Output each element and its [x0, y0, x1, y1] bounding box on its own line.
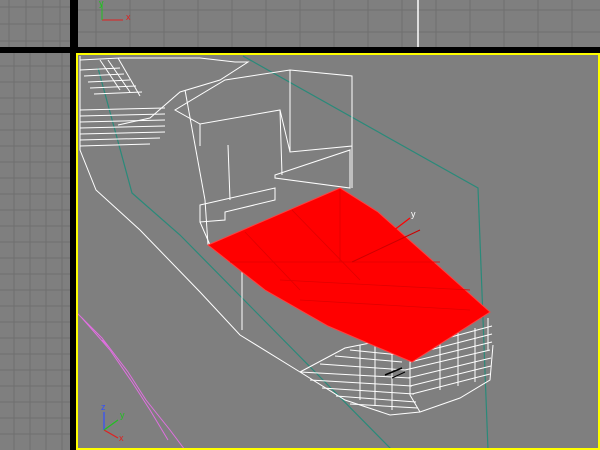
magenta-object — [76, 311, 186, 450]
viewport-layout: x y y x y z — [0, 0, 600, 450]
viewport-bottom-left[interactable] — [0, 53, 70, 450]
corner-axis-x: x — [119, 433, 124, 443]
selected-face[interactable] — [207, 187, 491, 363]
viewport-top-left[interactable] — [0, 0, 70, 47]
corner-axis-y: y — [120, 410, 125, 420]
perspective-scene: y x y z — [76, 53, 600, 450]
viewport-perspective[interactable]: y x y z — [76, 53, 600, 450]
top-right-grid: x y — [78, 0, 600, 47]
corner-axis-tripod: x y z — [101, 402, 125, 443]
top-left-grid — [0, 0, 70, 47]
gizmo-y-label: y — [411, 209, 416, 219]
corner-axis-z: z — [101, 402, 106, 412]
axis-x-label: x — [126, 12, 131, 22]
top-right-axis-tripod: x y — [99, 0, 131, 22]
bottom-left-grid — [0, 53, 70, 450]
axis-y-label: y — [99, 0, 104, 8]
viewport-top-right[interactable]: x y — [78, 0, 600, 47]
